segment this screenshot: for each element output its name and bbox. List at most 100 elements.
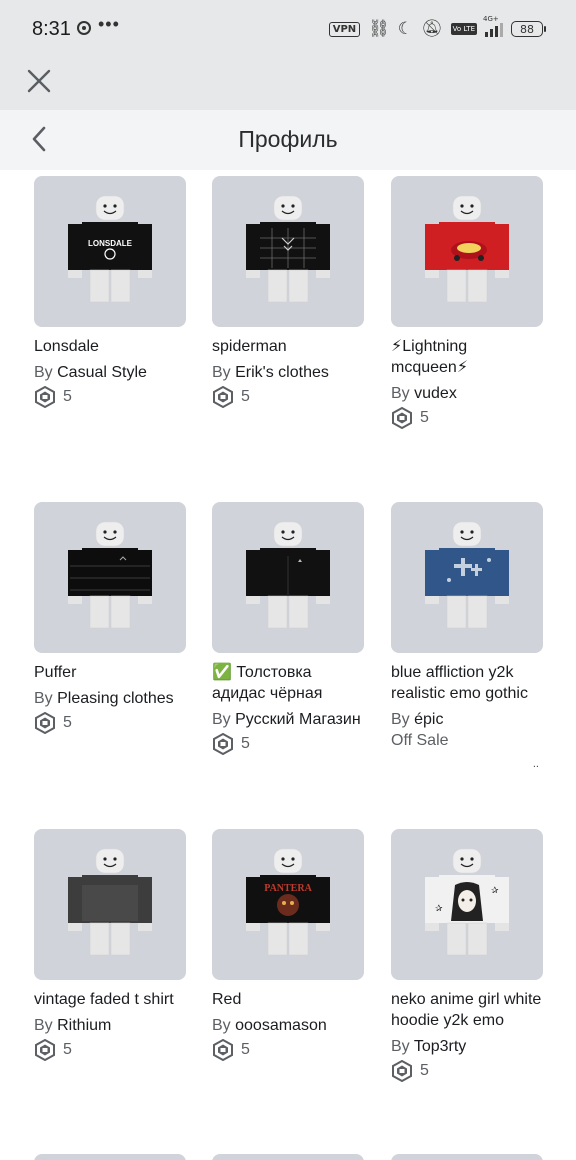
item-thumbnail-partial[interactable] bbox=[391, 1154, 543, 1160]
item-thumbnail[interactable] bbox=[391, 502, 543, 653]
item-name[interactable]: neko anime girl white hoodie y2k emo bbox=[391, 989, 543, 1031]
item-thumbnail[interactable] bbox=[391, 176, 543, 327]
status-icons: VPN ⛓ ☾ 🔕︎ Vo LTE 4G+ 88 bbox=[328, 15, 546, 40]
item-name[interactable]: ✅ Толстовка адидас чёрная bbox=[212, 662, 364, 704]
item-thumbnail-partial[interactable] bbox=[212, 1154, 364, 1160]
price-value: 5 bbox=[420, 1062, 429, 1079]
item-price: 5 bbox=[391, 1060, 543, 1082]
item-name[interactable]: Red bbox=[212, 989, 364, 1010]
svg-text:PANTERA: PANTERA bbox=[264, 883, 312, 894]
item-price: 5 bbox=[212, 733, 364, 755]
item-card[interactable]: vintage faded t shirt By Rithium 5 bbox=[34, 829, 186, 1061]
item-name[interactable]: spiderman bbox=[212, 336, 364, 357]
item-creator[interactable]: By Casual Style bbox=[34, 363, 186, 383]
volte-icon: Vo LTE bbox=[450, 23, 477, 35]
svg-text:✰: ✰ bbox=[435, 904, 443, 914]
close-button[interactable] bbox=[22, 64, 56, 98]
creator-name[interactable]: Rithium bbox=[57, 1017, 111, 1034]
creator-name[interactable]: ooosamason bbox=[235, 1017, 327, 1034]
creator-by-label: By bbox=[212, 1017, 231, 1034]
item-card[interactable]: ✅ Толстовка адидас чёрная By Русский Маг… bbox=[212, 502, 364, 755]
close-icon bbox=[27, 69, 51, 93]
robux-icon bbox=[35, 386, 55, 408]
top-bar: 8:31 ••• VPN ⛓ ☾ 🔕︎ Vo LTE 4G+ 88 bbox=[0, 0, 576, 110]
link-icon: ⛓ bbox=[368, 19, 390, 39]
item-creator[interactable]: By Pleasing clothes bbox=[34, 689, 186, 709]
item-creator[interactable]: By Erik's clothes bbox=[212, 363, 364, 383]
item-price: 5 bbox=[34, 1039, 186, 1061]
item-creator[interactable]: By Top3rty bbox=[391, 1037, 543, 1057]
item-thumbnail[interactable]: ✰ ✰ bbox=[391, 829, 543, 980]
robux-icon bbox=[35, 1039, 55, 1061]
creator-name[interactable]: Top3rty bbox=[414, 1038, 466, 1055]
item-price: 5 bbox=[391, 407, 543, 429]
creator-by-label: By bbox=[212, 364, 231, 381]
bell-muted-icon: 🔕︎ bbox=[421, 19, 443, 39]
notification-dot-icon bbox=[77, 21, 91, 35]
more-notifications-icon: ••• bbox=[98, 14, 120, 34]
price-value: 5 bbox=[241, 1041, 250, 1058]
creator-by-label: By bbox=[212, 711, 231, 728]
item-price: 5 bbox=[34, 712, 186, 734]
item-card[interactable]: PANTERA Red By ooosamason 5 bbox=[212, 829, 364, 1061]
network-type-label: 4G+ bbox=[483, 15, 499, 23]
creator-by-label: By bbox=[34, 1017, 53, 1034]
creator-name[interactable]: vudex bbox=[414, 385, 457, 402]
item-name[interactable]: ⚡Lightning mcqueen⚡ bbox=[391, 336, 543, 378]
item-thumbnail[interactable]: PANTERA bbox=[212, 829, 364, 980]
item-thumbnail[interactable]: LONSDALE bbox=[34, 176, 186, 327]
item-creator[interactable]: By vudex bbox=[391, 384, 543, 404]
item-name[interactable]: Puffer bbox=[34, 662, 186, 683]
robux-icon bbox=[35, 712, 55, 734]
item-name[interactable]: vintage faded t shirt bbox=[34, 989, 186, 1010]
item-card[interactable]: blue affliction y2k realistic emo gothic… bbox=[391, 502, 543, 770]
off-sale-label: Off Sale bbox=[391, 732, 449, 749]
item-thumbnail[interactable] bbox=[34, 829, 186, 980]
signal-icon: 4G+ bbox=[483, 15, 503, 37]
creator-by-label: By bbox=[391, 1038, 410, 1055]
item-thumbnail-partial[interactable] bbox=[34, 1154, 186, 1160]
price-value: 5 bbox=[63, 1041, 72, 1058]
item-thumbnail[interactable] bbox=[212, 502, 364, 653]
item-name[interactable]: Lonsdale bbox=[34, 336, 186, 357]
item-creator[interactable]: By épic bbox=[391, 710, 543, 730]
item-creator[interactable]: By Русский Магазин bbox=[212, 710, 364, 730]
item-card[interactable]: ✰ ✰ neko anime girl white hoodie y2k emo … bbox=[391, 829, 543, 1082]
item-card[interactable]: ⚡Lightning mcqueen⚡ By vudex 5 bbox=[391, 176, 543, 429]
item-card[interactable]: Puffer By Pleasing clothes 5 bbox=[34, 502, 186, 734]
page-title: Профиль bbox=[238, 126, 338, 152]
item-card[interactable]: LONSDALE Lonsdale By Casual Style 5 bbox=[34, 176, 186, 408]
status-bar: 8:31 ••• VPN ⛓ ☾ 🔕︎ Vo LTE 4G+ 88 bbox=[0, 0, 576, 58]
item-price: 5 bbox=[34, 386, 186, 408]
robux-icon bbox=[392, 407, 412, 429]
nav-bar: Профиль bbox=[0, 110, 576, 170]
item-thumbnail[interactable] bbox=[212, 176, 364, 327]
item-card[interactable]: spiderman By Erik's clothes 5 bbox=[212, 176, 364, 408]
catalog-grid: LONSDALE Lonsdale By Casual Style 5 spid… bbox=[34, 170, 554, 1160]
creator-name[interactable]: Pleasing clothes bbox=[57, 690, 174, 707]
svg-text:LONSDALE: LONSDALE bbox=[88, 239, 133, 248]
item-creator[interactable]: By ooosamason bbox=[212, 1016, 364, 1036]
item-name[interactable]: blue affliction y2k realistic emo gothic bbox=[391, 662, 543, 704]
robux-icon bbox=[213, 1039, 233, 1061]
item-thumbnail[interactable] bbox=[34, 502, 186, 653]
creator-by-label: By bbox=[34, 364, 53, 381]
creator-by-label: By bbox=[34, 690, 53, 707]
item-creator[interactable]: By Rithium bbox=[34, 1016, 186, 1036]
status-time: 8:31 bbox=[32, 18, 71, 40]
robux-icon bbox=[392, 1060, 412, 1082]
price-value: 5 bbox=[63, 388, 72, 405]
creator-name[interactable]: Erik's clothes bbox=[235, 364, 329, 381]
battery-icon: 88 bbox=[511, 21, 546, 37]
moon-icon: ☾ bbox=[397, 19, 414, 39]
more-indicator: .. bbox=[532, 758, 539, 770]
vpn-icon: VPN bbox=[328, 21, 361, 37]
creator-name[interactable]: Русский Магазин bbox=[235, 711, 361, 728]
creator-name[interactable]: Casual Style bbox=[57, 364, 147, 381]
price-value: 5 bbox=[241, 388, 250, 405]
svg-text:✰: ✰ bbox=[491, 886, 499, 896]
price-value: 5 bbox=[420, 409, 429, 426]
creator-by-label: By bbox=[391, 711, 410, 728]
price-value: 5 bbox=[63, 714, 72, 731]
creator-name[interactable]: épic bbox=[414, 711, 443, 728]
